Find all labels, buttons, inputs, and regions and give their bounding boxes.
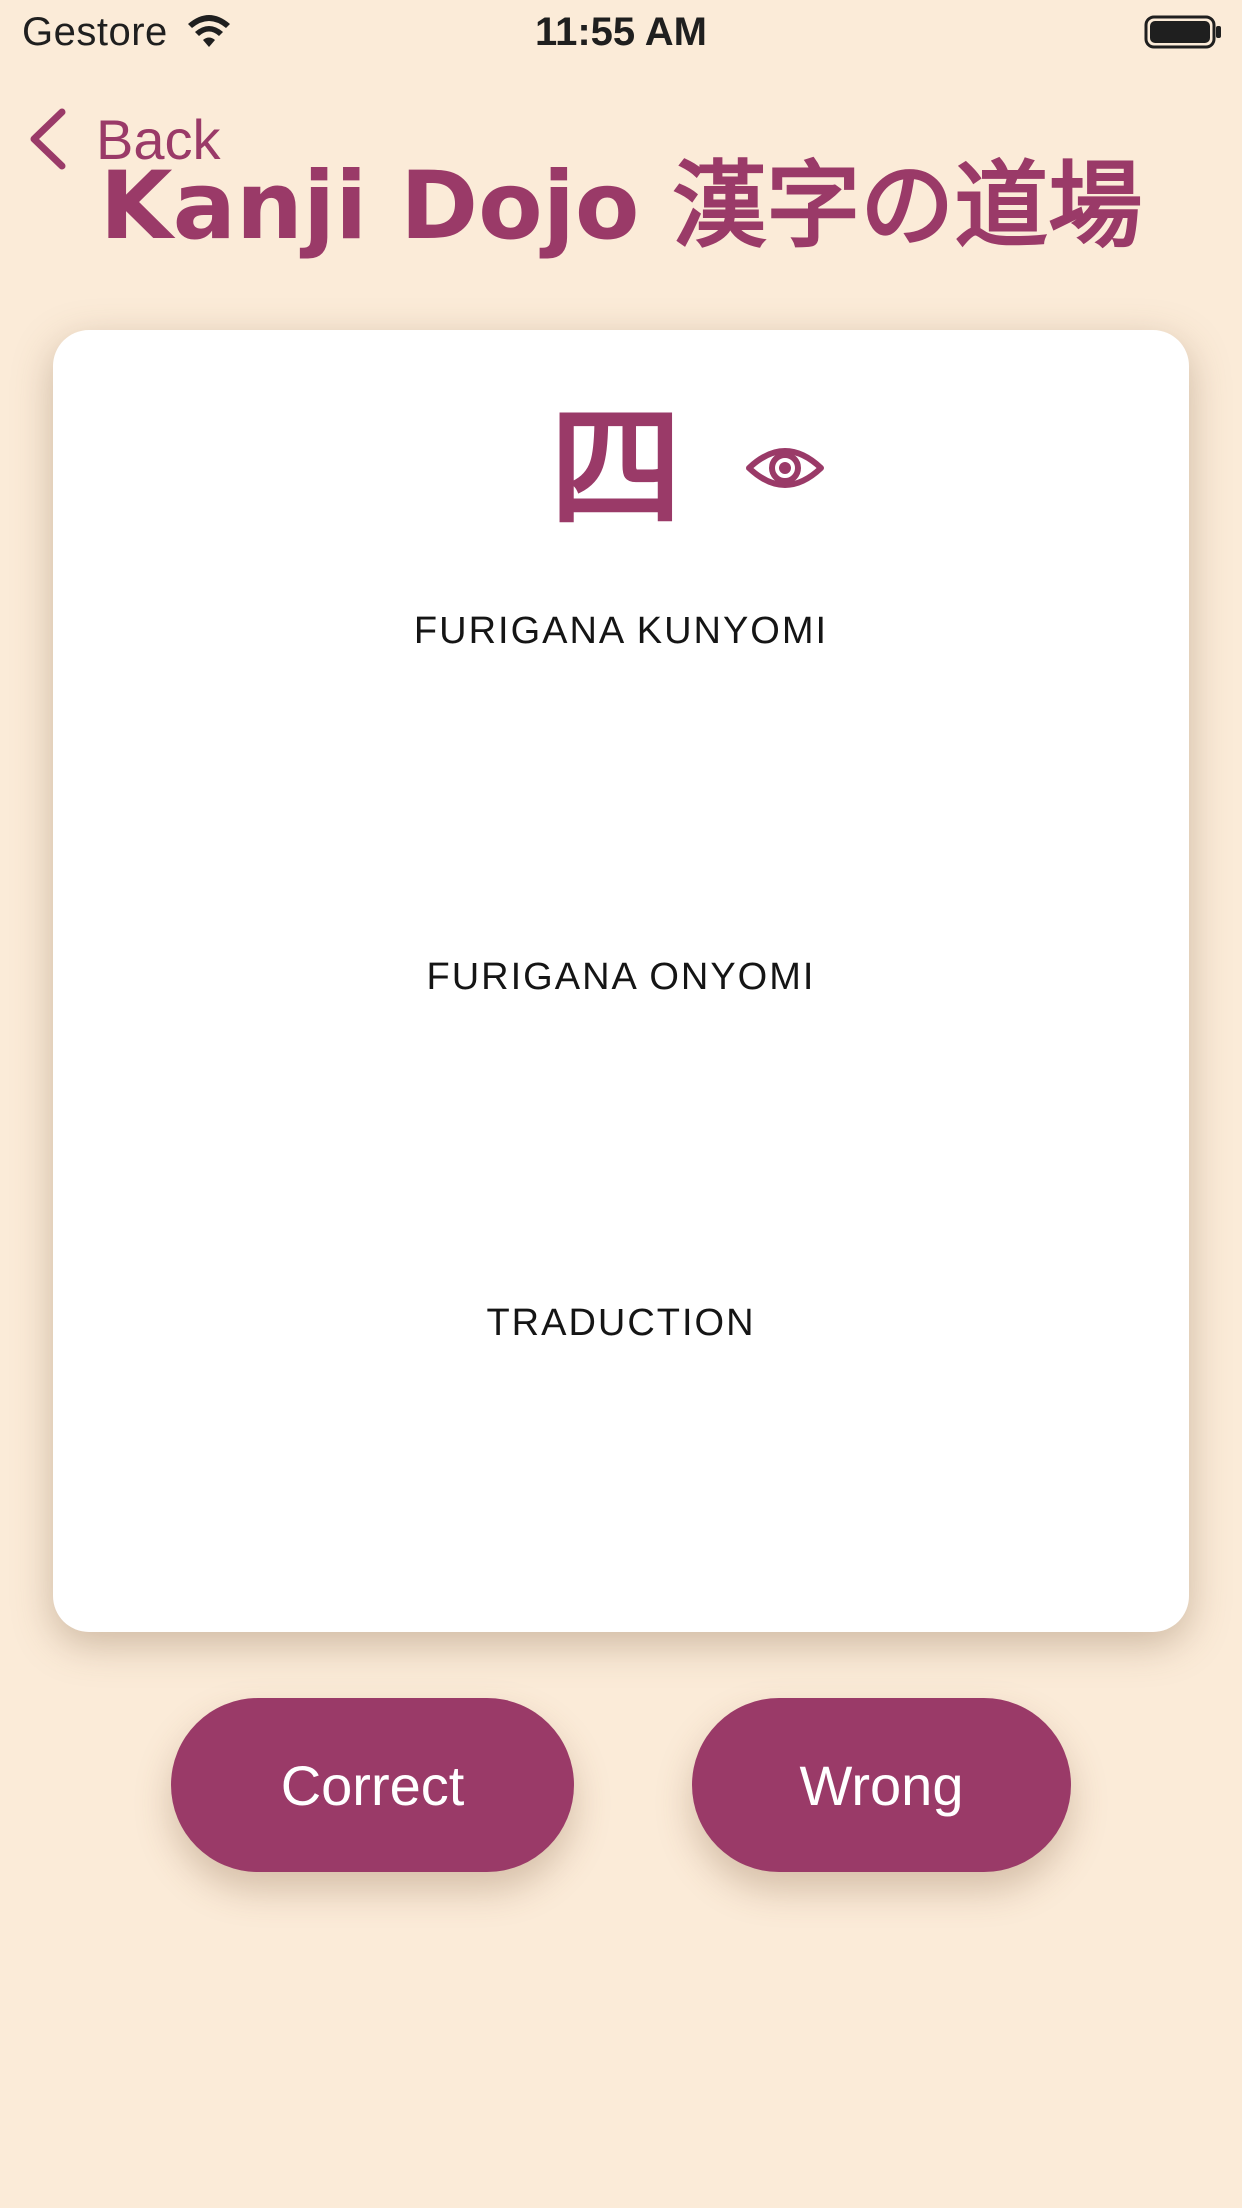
status-bar: Gestore 11:55 AM <box>0 0 1242 66</box>
onyomi-label: FURIGANA ONYOMI <box>426 956 816 998</box>
translation-label: TRADUCTION <box>486 1302 756 1344</box>
battery-icon <box>1144 15 1221 49</box>
kanji-row: 四 <box>53 394 1189 544</box>
correct-button[interactable]: Correct <box>171 1698 574 1872</box>
wrong-button[interactable]: Wrong <box>692 1698 1071 1872</box>
page-title: Kanji Dojo 漢字の道場 <box>99 152 1143 261</box>
kanji-character: 四 <box>550 392 682 546</box>
eye-icon[interactable] <box>746 440 824 496</box>
kanji-card: 四 FURIGANA KUNYOMI FURIGANA ONYOMI TRADU… <box>53 330 1189 1632</box>
clock: 11:55 AM <box>535 10 707 54</box>
kunyomi-label: FURIGANA KUNYOMI <box>413 610 829 652</box>
